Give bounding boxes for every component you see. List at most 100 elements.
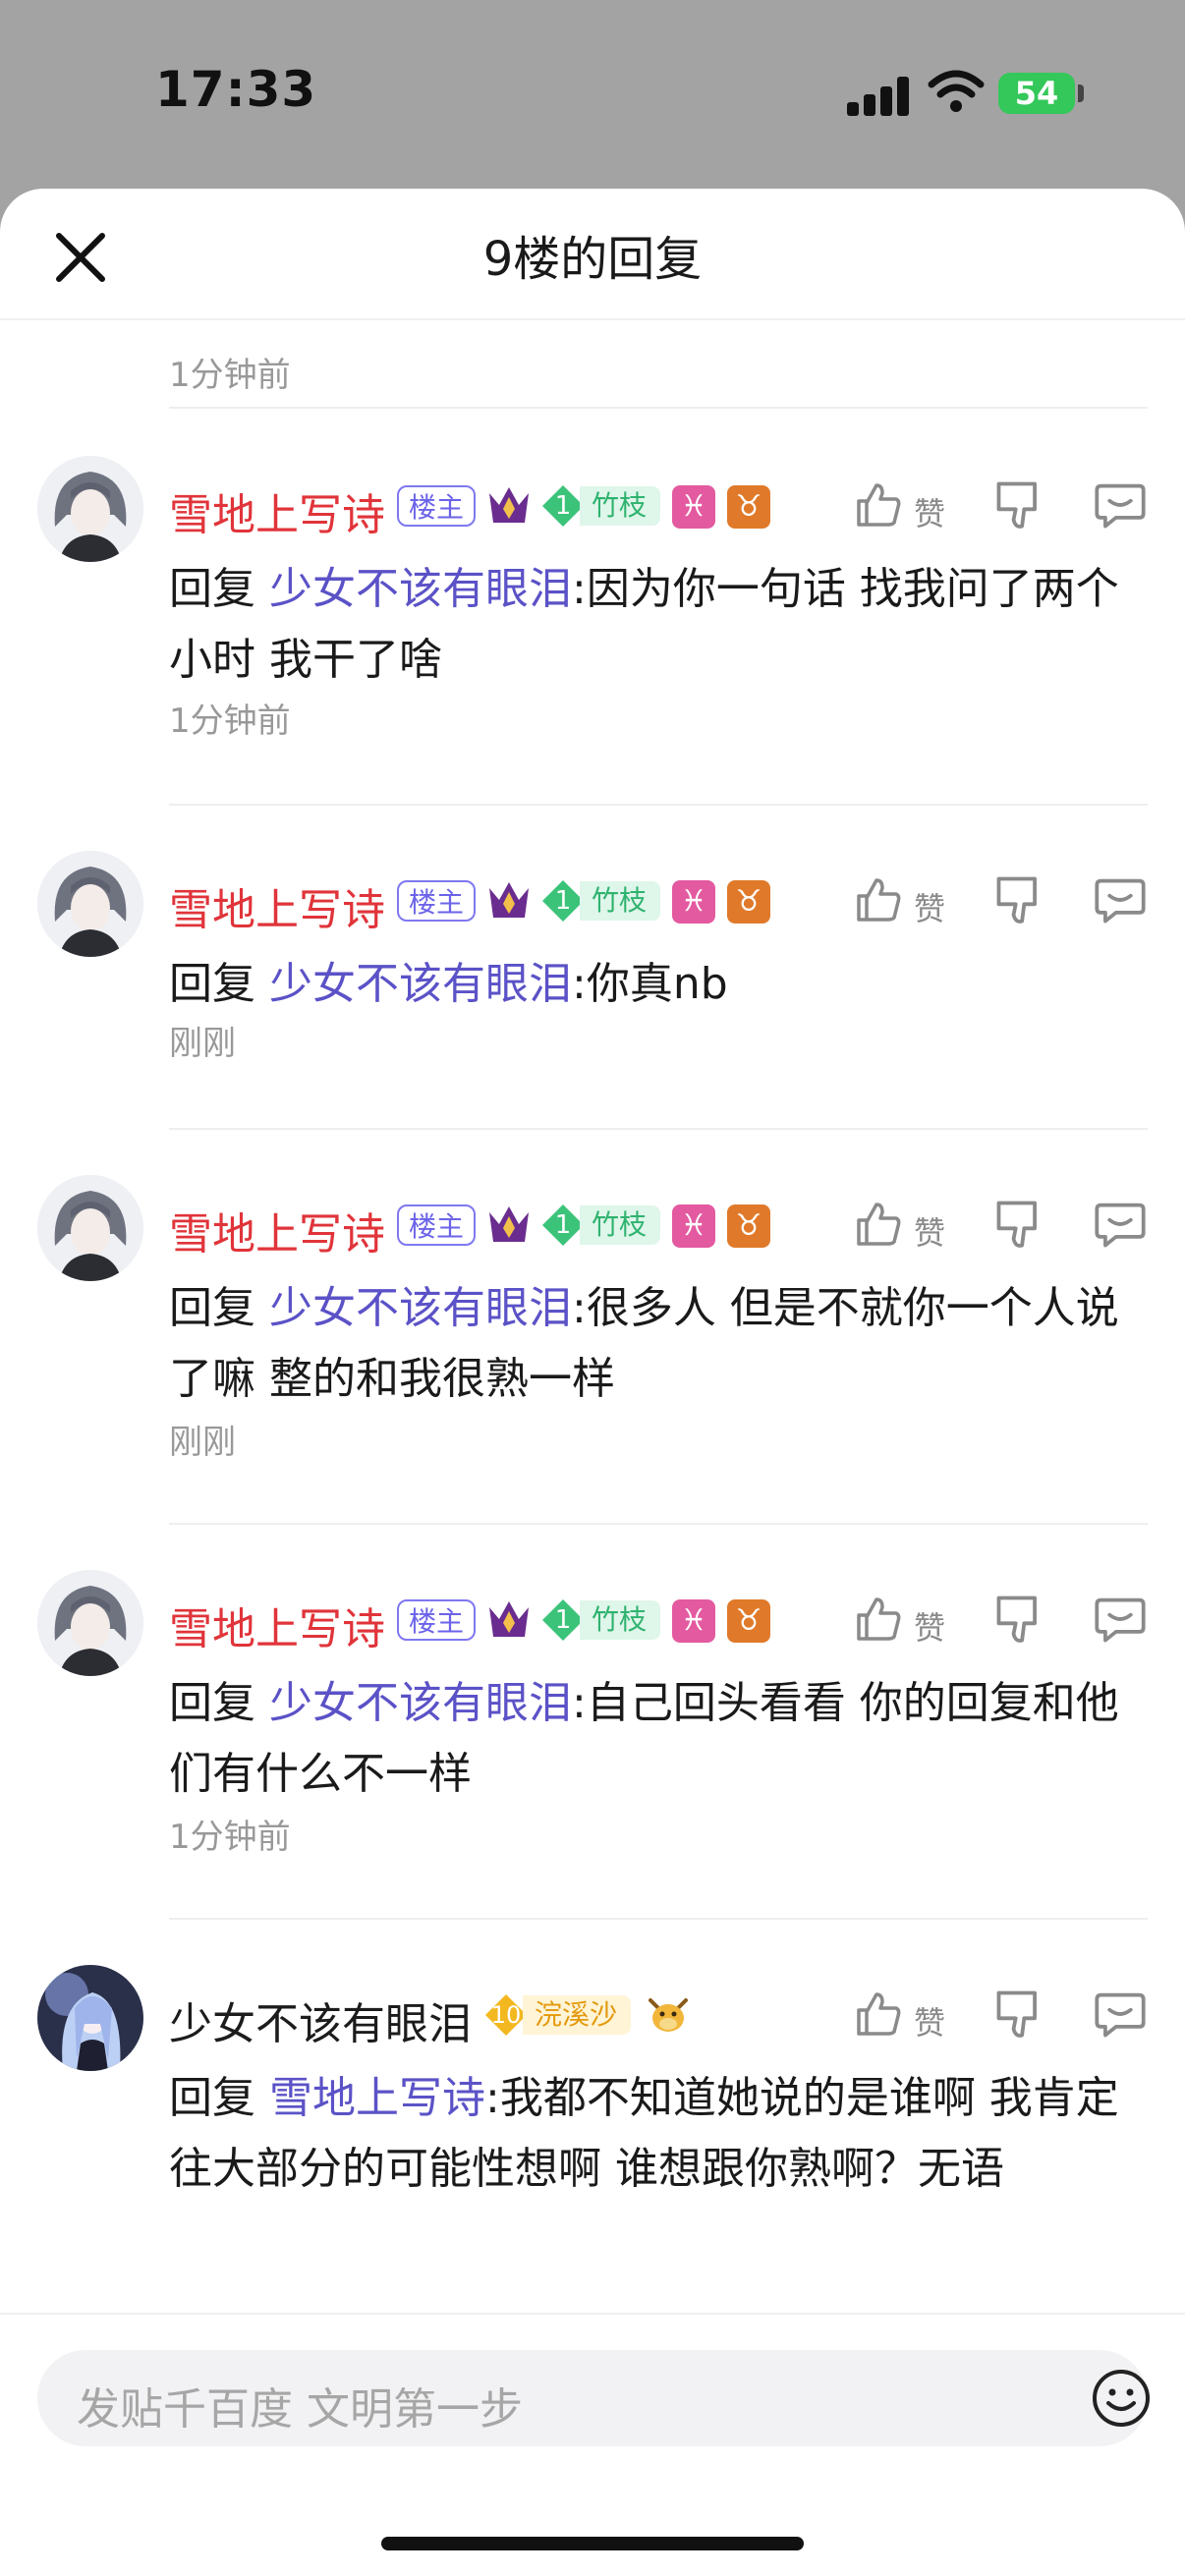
thumbs-down-icon[interactable] (992, 1592, 1047, 1647)
reply-target-link[interactable]: 雪地上写诗 (269, 2073, 485, 2123)
owner-badge: 楼主 (397, 1599, 477, 1641)
comment-text: :你真nb (572, 959, 728, 1009)
level-title: 竹枝 (580, 881, 661, 921)
comment-content: 回复 少女不该有眼泪:自己回头看看 你的回复和他们有什么不一样 (169, 1668, 1132, 1810)
level-title: 竹枝 (580, 1600, 661, 1640)
like-button[interactable]: 赞 (853, 1985, 971, 2044)
reply-word: 回复 (169, 564, 255, 614)
reply-icon[interactable] (1093, 872, 1148, 927)
comment-time: 1分钟前 (169, 1818, 291, 1857)
owner-badge: 楼主 (397, 880, 477, 922)
divider (169, 1128, 1148, 1130)
zodiac-pisces-icon: ♓ (672, 1599, 716, 1643)
reply-target-link[interactable]: 少女不该有眼泪 (269, 564, 572, 614)
avatar-image (37, 1965, 143, 2071)
comment-time: 1分钟前 (169, 701, 291, 741)
reply-icon[interactable] (1093, 1987, 1148, 2042)
username[interactable]: 雪地上写诗 (169, 874, 385, 937)
comment-input[interactable]: 发贴千百度 文明第一步 (37, 2350, 1150, 2446)
username[interactable]: 雪地上写诗 (169, 479, 385, 542)
thumbs-down-icon[interactable] (992, 477, 1047, 532)
avatar-image (37, 1570, 143, 1676)
divider (169, 407, 1148, 409)
emoji-icon[interactable] (1091, 2368, 1152, 2429)
status-time: 17:33 (155, 61, 317, 118)
comment-time: 1分钟前 (169, 356, 291, 395)
comment-item: 少女不该有眼泪 10 浣溪沙 赞 回复 雪地上写诗:我都不知道她说的是谁啊 我肯… (0, 1965, 1185, 2358)
like-label: 赞 (914, 890, 946, 927)
home-indicator (381, 2537, 804, 2550)
comment-time: 刚刚 (169, 1423, 236, 1462)
divider (169, 1523, 1148, 1525)
like-button[interactable]: 赞 (853, 476, 971, 534)
battery-cap (1078, 84, 1084, 102)
like-label: 赞 (914, 1214, 946, 1252)
avatar[interactable] (37, 851, 143, 957)
zodiac-pisces-icon: ♓ (672, 485, 716, 529)
zodiac-pisces-icon: ♓ (672, 1204, 716, 1248)
reply-word: 回复 (169, 1283, 255, 1333)
avatar[interactable] (37, 1965, 143, 2071)
avatar[interactable] (37, 1570, 143, 1676)
battery-indicator: 54 (998, 73, 1075, 114)
reply-target-link[interactable]: 少女不该有眼泪 (269, 1678, 572, 1728)
zodiac-pisces-icon: ♓ (672, 880, 716, 924)
reply-icon[interactable] (1093, 477, 1148, 532)
like-label: 赞 (914, 1609, 946, 1647)
thumbs-up-icon (857, 1203, 901, 1246)
wifi-icon (928, 70, 985, 112)
sheet-header: 9楼的回复 (0, 189, 1185, 320)
status-bar: 17:33 54 (0, 0, 1185, 187)
comment-item: 雪地上写诗 楼主 1 竹枝 ♓ ♉ 赞 回复 (0, 851, 1185, 1096)
level-title: 竹枝 (580, 1205, 661, 1245)
crown-icon (489, 1601, 530, 1637)
zodiac-taurus-icon: ♉ (727, 880, 771, 924)
reply-target-link[interactable]: 少女不该有眼泪 (269, 959, 572, 1009)
reply-icon[interactable] (1093, 1592, 1148, 1647)
comment-content: 回复 雪地上写诗:我都不知道她说的是谁啊 我肯定往大部分的可能性想啊 谁想跟你熟… (169, 2063, 1132, 2205)
like-label: 赞 (914, 2004, 946, 2042)
reply-icon[interactable] (1093, 1197, 1148, 1252)
comment-item: 雪地上写诗 楼主 1 竹枝 ♓ ♉ 赞 回复 (0, 1570, 1185, 1894)
zodiac-taurus-icon: ♉ (727, 1204, 771, 1248)
input-placeholder: 发贴千百度 文明第一步 (77, 2384, 523, 2435)
divider (169, 804, 1148, 806)
crown-icon (489, 882, 530, 918)
like-button[interactable]: 赞 (853, 1195, 971, 1254)
level-title: 浣溪沙 (523, 1995, 632, 2035)
crown-icon (489, 1206, 530, 1242)
thumbs-down-icon[interactable] (992, 1987, 1047, 2042)
comment-content: 回复 少女不该有眼泪:很多人 但是不就你一个人说了嘛 整的和我很熟一样 (169, 1273, 1132, 1415)
like-button[interactable]: 赞 (853, 1590, 971, 1649)
reply-word: 回复 (169, 1678, 255, 1728)
level-title: 竹枝 (580, 486, 661, 526)
avatar[interactable] (37, 456, 143, 562)
owner-badge: 楼主 (397, 1204, 477, 1246)
thumbs-up-icon (857, 1597, 901, 1641)
comment-item: 雪地上写诗 楼主 1 竹枝 ♓ ♉ 赞 回复 (0, 456, 1185, 780)
zodiac-taurus-icon: ♉ (727, 485, 771, 529)
like-label: 赞 (914, 495, 946, 532)
cow-badge-icon (649, 1998, 689, 2032)
replies-sheet: 9楼的回复 1分钟前 雪地上写诗 楼主 1 竹枝 ♓ ♉ 赞 回复 少女不该有眼… (0, 189, 1185, 2576)
divider (169, 1918, 1148, 1920)
comment-content: 回复 少女不该有眼泪:你真nb (169, 949, 1132, 1020)
thumbs-up-icon (857, 483, 901, 527)
comment-content: 回复 少女不该有眼泪:因为你一句话 找我问了两个小时 我干了啥 (169, 554, 1132, 696)
thumbs-down-icon[interactable] (992, 872, 1047, 927)
avatar-image (37, 456, 143, 562)
owner-badge: 楼主 (397, 485, 477, 527)
username[interactable]: 少女不该有眼泪 (169, 1988, 472, 2051)
page-title: 9楼的回复 (482, 232, 703, 287)
thumbs-down-icon[interactable] (992, 1197, 1047, 1252)
username[interactable]: 雪地上写诗 (169, 1199, 385, 1261)
signal-icon (847, 75, 910, 116)
avatar[interactable] (37, 1175, 143, 1281)
avatar-image (37, 1175, 143, 1281)
thumbs-up-icon (857, 878, 901, 922)
thumbs-up-icon (857, 1992, 901, 2036)
avatar-image (37, 851, 143, 957)
like-button[interactable]: 赞 (853, 870, 971, 929)
username[interactable]: 雪地上写诗 (169, 1594, 385, 1656)
reply-target-link[interactable]: 少女不该有眼泪 (269, 1283, 572, 1333)
